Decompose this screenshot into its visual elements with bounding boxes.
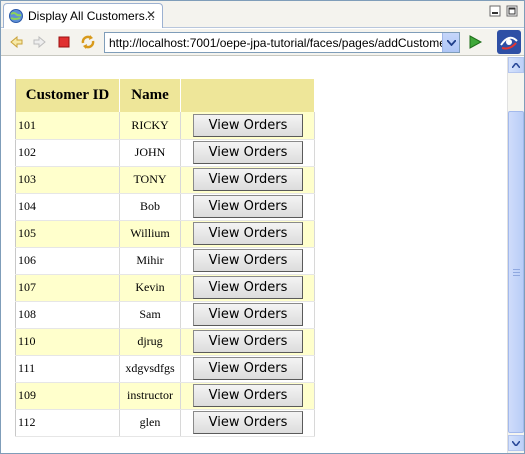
page-content: Customer ID Name 101 RICKY View Orders 1… [1,57,507,453]
view-orders-button[interactable]: View Orders [193,411,303,434]
customer-id-cell: 101 [15,112,120,140]
customer-id-cell: 111 [15,355,120,383]
chevron-down-icon [446,39,456,46]
customer-name-cell: xdgvsdfgs [119,355,181,383]
customer-name-cell: Sam [119,301,181,329]
stop-button[interactable] [55,33,73,51]
customer-id-cell: 107 [15,274,120,302]
chevron-down-icon [512,440,520,446]
customer-id-cell: 103 [15,166,120,194]
table-row: 104 Bob View Orders [15,193,315,221]
forward-icon [33,35,46,49]
logo-icon[interactable] [497,30,521,54]
view-orders-button[interactable]: View Orders [193,168,303,191]
browser-toolbar [1,29,524,56]
table-row: 107 Kevin View Orders [15,274,315,302]
customer-name-cell: instructor [119,382,181,410]
scroll-down-button[interactable] [508,435,524,451]
chevron-up-icon [512,62,520,68]
customer-name-cell: glen [119,409,181,437]
url-dropdown-button[interactable] [442,33,459,52]
back-button[interactable] [7,33,25,51]
table-row: 105 Willium View Orders [15,220,315,248]
refresh-button[interactable] [79,33,97,51]
table-row: 106 Mihir View Orders [15,247,315,275]
view-orders-button[interactable]: View Orders [193,113,303,137]
customer-name-cell: Kevin [119,274,181,302]
minimize-icon[interactable] [489,5,501,17]
customer-id-cell: 108 [15,301,120,329]
refresh-icon [81,35,95,49]
forward-button[interactable] [31,33,49,51]
column-header-actions [180,79,315,112]
table-row: 112 glen View Orders [15,409,315,437]
table-row: 103 TONY View Orders [15,166,315,194]
table-row: 108 Sam View Orders [15,301,315,329]
customer-id-cell: 104 [15,193,120,221]
view-orders-button[interactable]: View Orders [193,222,303,245]
customer-name-cell: djrug [119,328,181,356]
customer-id-cell: 106 [15,247,120,275]
customer-name-cell: Mihir [119,247,181,275]
table-row: 109 instructor View Orders [15,382,315,410]
url-input[interactable] [105,33,442,52]
table-row: 110 djrug View Orders [15,328,315,356]
view-orders-button[interactable]: View Orders [193,249,303,272]
view-orders-button[interactable]: View Orders [193,330,303,353]
scrollbar-thumb[interactable] [508,111,524,433]
customer-name-cell: JOHN [119,139,181,167]
customer-name-cell: Willium [119,220,181,248]
maximize-icon[interactable] [506,5,518,17]
tab-display-all-customers[interactable]: Display All Customers... ✕ [3,3,163,28]
customer-id-cell: 110 [15,328,120,356]
back-icon [10,35,23,49]
table-row: 111 xdgvsdfgs View Orders [15,355,315,383]
url-bar[interactable] [104,32,460,53]
table-row: 101 RICKY View Orders [15,112,315,140]
view-orders-button[interactable]: View Orders [193,357,303,380]
close-icon[interactable]: ✕ [146,9,156,21]
customer-id-cell: 102 [15,139,120,167]
customer-id-cell: 105 [15,220,120,248]
grip-icon [512,268,520,276]
scroll-up-button[interactable] [508,57,524,73]
customer-name-cell: Bob [119,193,181,221]
go-icon[interactable] [467,34,483,50]
view-orders-button[interactable]: View Orders [193,195,303,218]
stop-icon [58,36,70,48]
tab-strip: Display All Customers... ✕ [1,1,524,28]
customer-name-cell: RICKY [119,112,181,140]
tab-title: Display All Customers... [28,9,155,23]
customer-id-cell: 109 [15,382,120,410]
column-header-name: Name [119,79,181,112]
view-orders-button[interactable]: View Orders [193,384,303,407]
browser-window: Display All Customers... ✕ http://localh… [0,0,525,454]
customer-name-cell: TONY [119,166,181,194]
vertical-scrollbar[interactable] [507,57,524,453]
table-header-row: Customer ID Name [15,79,315,112]
customer-id-cell: 112 [15,409,120,437]
customers-table: Customer ID Name 101 RICKY View Orders 1… [15,79,315,437]
view-orders-button[interactable]: View Orders [193,303,303,326]
view-orders-button[interactable]: View Orders [193,276,303,299]
table-row: 102 JOHN View Orders [15,139,315,167]
globe-icon [8,8,24,24]
column-header-customer-id: Customer ID [15,79,120,112]
view-orders-button[interactable]: View Orders [193,141,303,164]
